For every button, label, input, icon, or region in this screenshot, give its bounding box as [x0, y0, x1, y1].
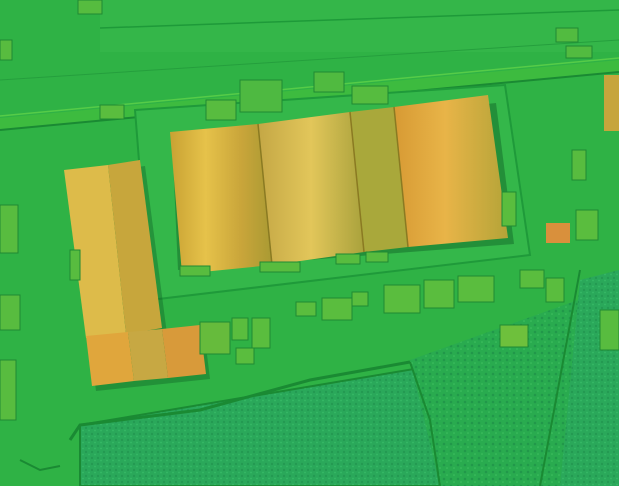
- map-canvas: [0, 0, 619, 486]
- annex-south-part-2: [128, 329, 168, 381]
- warehouse-large-bay-4: [394, 95, 508, 247]
- annex-block: [199, 321, 231, 355]
- annex-south-part-1: [86, 332, 134, 386]
- annex-south-part-3: [162, 325, 206, 378]
- warehouse-large-bay-2: [258, 112, 364, 265]
- building-east-edge: [604, 75, 619, 131]
- building-east-small: [546, 223, 570, 243]
- elevation-map: [0, 0, 619, 486]
- warehouse-large-bay-1: [170, 124, 272, 274]
